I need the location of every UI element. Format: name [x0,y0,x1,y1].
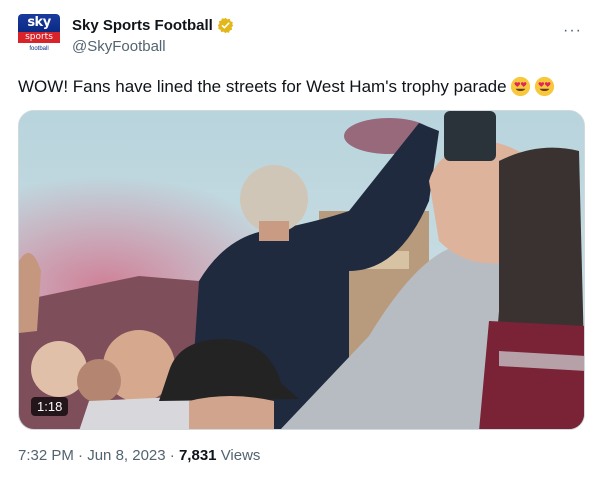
views-count[interactable]: 7,831 [179,447,217,464]
meta-separator: · [169,447,175,464]
avatar[interactable]: sky sports football [18,14,60,56]
avatar-logo-sports: sports [18,32,60,43]
avatar-logo-sky: sky [18,14,60,32]
tweet-text: WOW! Fans have lined the streets for Wes… [18,76,555,97]
views-label: Views [220,447,261,464]
heart-eyes-emoji-icon [510,76,531,97]
more-options-icon[interactable]: ··· [563,22,582,40]
display-name[interactable]: Sky Sports Football [72,17,213,34]
tweet-text-body: WOW! Fans have lined the streets for Wes… [18,76,507,96]
author-handle[interactable]: @SkyFootball [72,38,166,55]
video-duration-badge: 1:18 [31,397,69,416]
video-thumbnail [19,111,584,429]
heart-eyes-emoji-icon [534,76,555,97]
verified-badge-icon[interactable] [217,17,234,34]
meta-separator: · [78,447,84,464]
video-player[interactable]: 1:18 [18,110,585,430]
tweet-time[interactable]: 7:32 PM [18,447,74,464]
tweet-meta: 7:32 PM · Jun 8, 2023 · 7,831 Views [18,447,260,464]
tweet-date[interactable]: Jun 8, 2023 [87,447,165,464]
avatar-logo-football: football [29,46,49,52]
author-name-row: Sky Sports Football [72,17,234,34]
